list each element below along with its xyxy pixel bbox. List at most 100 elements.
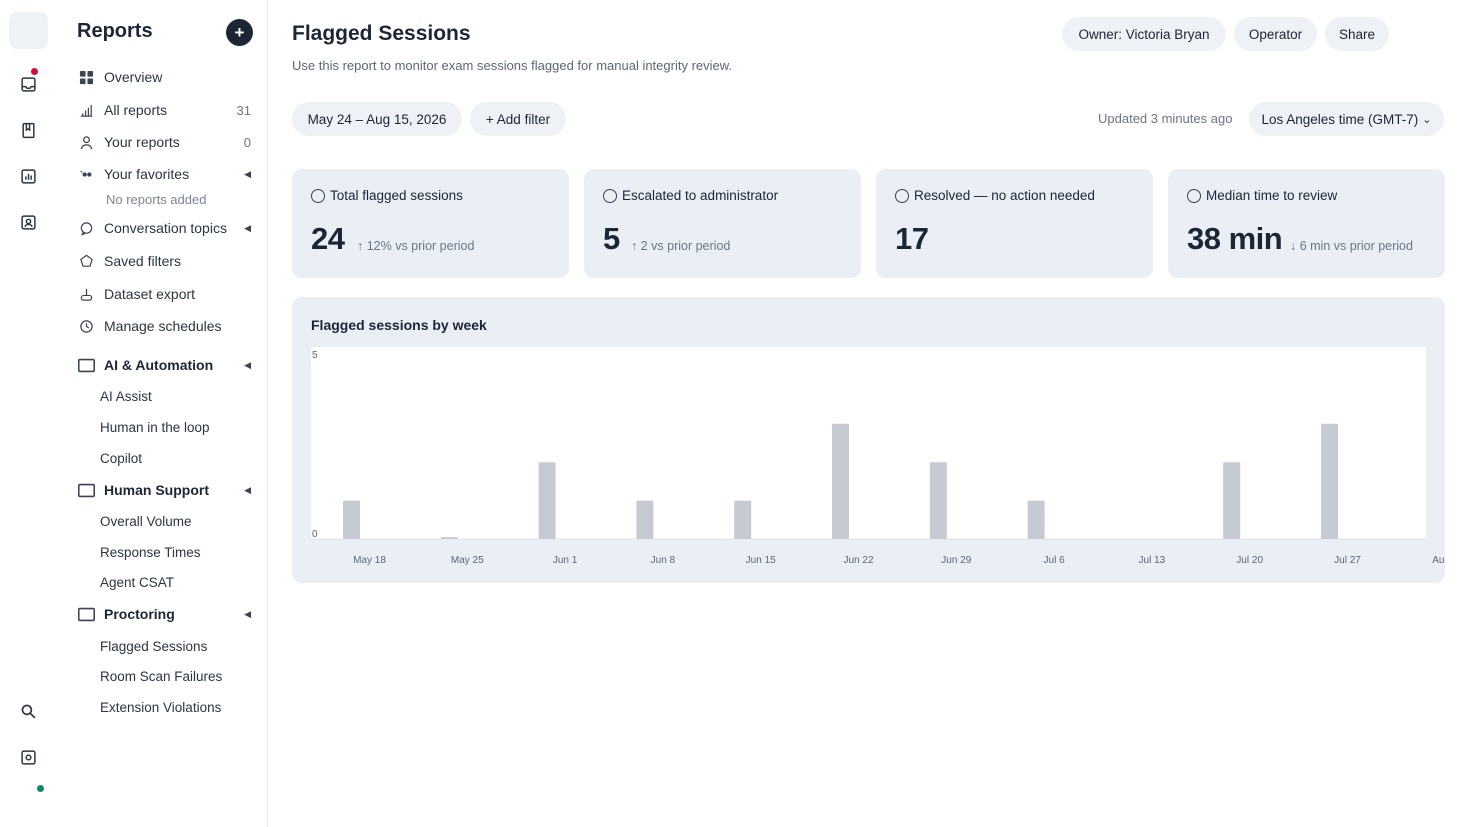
user-icon — [77, 133, 96, 152]
sidebar-subitem-ai-assist[interactable]: AI Assist — [100, 389, 152, 404]
collapse-icon[interactable]: ◀ — [244, 485, 251, 496]
settings-icon[interactable] — [19, 748, 38, 767]
x-tick-label: May 25 — [451, 555, 484, 566]
sidebar-title: Reports — [77, 20, 153, 42]
date-range-picker[interactable]: May 24 – Aug 15, 2026 — [292, 102, 462, 136]
sidebar-group-label: Human Support — [104, 482, 209, 498]
inbox-icon[interactable] — [19, 75, 38, 94]
collapse-icon[interactable]: ◀ — [244, 360, 251, 371]
chart-bar — [538, 462, 556, 539]
x-tick-label: Jun 8 — [651, 555, 676, 566]
kpi-label: Escalated to administrator — [622, 188, 779, 203]
report-count: 31 — [236, 102, 251, 118]
folder-icon — [77, 356, 96, 375]
kpi-card-median-time: Median time to review 38 min ↓ 6 min vs … — [1168, 169, 1445, 278]
sidebar-group-human-support[interactable]: Human Support ◀ — [77, 477, 251, 503]
folder-icon — [77, 481, 96, 500]
reports-icon[interactable] — [19, 167, 38, 186]
timezone-select[interactable]: Los Angeles time (GMT-7) ⌄ — [1249, 102, 1444, 136]
chart-bar — [734, 500, 752, 539]
kpi-value: 38 min — [1187, 221, 1283, 256]
kpi-value: 24 — [311, 221, 345, 256]
sidebar-item-manage-schedules[interactable]: Manage schedules — [77, 313, 251, 339]
sidebar-subitem-response-times[interactable]: Response Times — [100, 545, 201, 560]
chart-bar — [832, 423, 849, 539]
kpi-delta: ↑ 2 vs prior period — [631, 239, 731, 253]
chart-bar — [1223, 462, 1241, 539]
favorites-empty-note: No reports added — [106, 192, 207, 207]
share-button[interactable]: Share — [1325, 17, 1389, 51]
sidebar-subitem-room-scan-failures[interactable]: Room Scan Failures — [100, 669, 222, 684]
sidebar-item-conversation-topics[interactable]: Conversation topics ◀ — [77, 215, 251, 241]
collapse-icon[interactable]: ◀ — [244, 609, 251, 620]
reports-sidebar: Reports + Overview All reports 31 Your r… — [57, 0, 268, 827]
x-tick-label: Jul 6 — [1044, 555, 1066, 566]
sidebar-group-proctoring[interactable]: Proctoring ◀ — [77, 601, 251, 627]
y-tick-label: 5 — [312, 350, 318, 361]
x-tick-label: Jul 13 — [1139, 555, 1166, 566]
kpi-delta: ↓ 6 min vs prior period — [1290, 239, 1413, 253]
kpi-label: Resolved — no action needed — [914, 188, 1095, 203]
app-logo[interactable] — [9, 12, 48, 49]
collapse-icon[interactable]: ◀ — [244, 169, 251, 180]
chat-icon — [77, 219, 96, 238]
sidebar-subitem-extension-violations[interactable]: Extension Violations — [100, 700, 221, 715]
sidebar-subitem-flagged-sessions[interactable]: Flagged Sessions — [100, 639, 207, 654]
grid-icon — [77, 68, 96, 87]
add-report-button[interactable]: + — [226, 19, 253, 46]
clock-icon — [77, 317, 96, 336]
kpi-card-resolved: Resolved — no action needed 17 — [876, 169, 1153, 278]
x-tick-label: Jun 15 — [746, 555, 776, 566]
kpi-label: Median time to review — [1206, 188, 1338, 203]
sidebar-subitem-copilot[interactable]: Copilot — [100, 451, 142, 466]
collapse-icon[interactable]: ◀ — [244, 223, 251, 234]
sidebar-item-all-reports[interactable]: All reports 31 — [77, 97, 251, 123]
kpi-value: 5 — [603, 221, 620, 256]
sidebar-subitem-human-in-the-loop[interactable]: Human in the loop — [100, 420, 210, 435]
x-tick-label: Jun 29 — [941, 555, 971, 566]
bar-chart-icon — [77, 101, 96, 120]
kpi-value: 17 — [895, 221, 929, 256]
sidebar-item-your-favorites[interactable]: Your favorites ◀ — [77, 161, 251, 187]
chart-bar — [636, 500, 654, 539]
kpi-delta: ↑ 12% vs prior period — [357, 239, 475, 253]
chart-bar — [929, 462, 947, 539]
kpi-card-total-flagged: Total flagged sessions 24 ↑ 12% vs prior… — [292, 169, 569, 278]
sidebar-item-label: Manage schedules — [104, 318, 222, 334]
pentagon-icon — [77, 252, 96, 271]
sidebar-group-ai-automation[interactable]: AI & Automation ◀ — [77, 352, 251, 378]
owner-button[interactable]: Owner: Victoria Bryan — [1062, 17, 1226, 51]
sidebar-item-your-reports[interactable]: Your reports 0 — [77, 129, 251, 155]
x-tick-label: Jul 27 — [1334, 555, 1361, 566]
y-tick-label: 0 — [312, 529, 318, 540]
contacts-icon[interactable] — [19, 213, 38, 232]
chart-bar — [343, 500, 360, 539]
sidebar-subitem-overall-volume[interactable]: Overall Volume — [100, 514, 192, 529]
info-circle-icon — [603, 188, 617, 203]
book-icon[interactable] — [19, 121, 38, 140]
x-tick-label: Jun 22 — [843, 555, 873, 566]
role-button[interactable]: Operator — [1234, 17, 1317, 51]
x-tick-label: Aug 3 — [1432, 555, 1445, 566]
page-subtitle: Use this report to monitor exam sessions… — [292, 58, 733, 73]
kpi-card-escalated: Escalated to administrator 5 ↑ 2 vs prio… — [584, 169, 861, 278]
sidebar-item-overview[interactable]: Overview — [77, 64, 251, 90]
x-tick-label: May 18 — [353, 555, 386, 566]
sidebar-subitem-agent-csat[interactable]: Agent CSAT — [100, 575, 174, 590]
kpi-label: Total flagged sessions — [330, 188, 463, 203]
chart-card: Flagged sessions by week 5 0 May 18 May 25 J… — [292, 297, 1445, 583]
chart-bar — [440, 537, 458, 539]
notification-badge — [30, 67, 39, 76]
flagged-sessions-chart: 5 0 May 18 May 25 Jun 1 Jun 8 Jun 15 Jun 22 Jun … — [311, 347, 1445, 566]
add-filter-button[interactable]: + Add filter — [470, 102, 566, 136]
icon-rail — [0, 0, 57, 827]
info-circle-icon — [1187, 188, 1201, 203]
sidebar-item-label: Dataset export — [104, 286, 196, 302]
sidebar-item-label: Your favorites — [104, 166, 190, 182]
report-count: 0 — [243, 134, 251, 150]
sidebar-item-saved-filters[interactable]: Saved filters — [77, 248, 251, 274]
search-icon[interactable] — [19, 702, 38, 721]
sidebar-item-label: All reports — [104, 102, 168, 118]
sidebar-item-dataset-export[interactable]: Dataset export — [77, 281, 251, 307]
sidebar-group-label: AI & Automation — [104, 357, 214, 373]
